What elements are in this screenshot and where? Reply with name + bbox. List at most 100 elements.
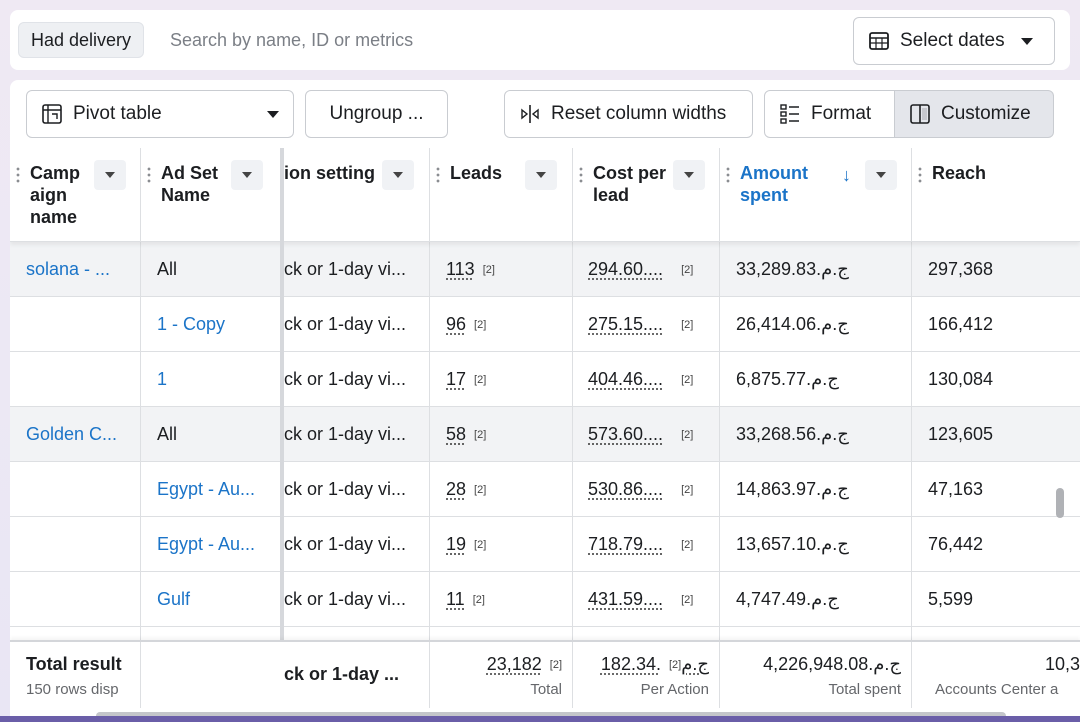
column-header-campaign-name[interactable]: Camp aign name [10, 148, 141, 242]
footnote-marker: [2] [681, 374, 694, 386]
customize-button[interactable]: Customize [895, 90, 1054, 138]
column-header-leads[interactable]: Leads [430, 148, 573, 242]
leads-value[interactable]: 113 [446, 259, 475, 279]
ad-set-name-cell[interactable]: 1 - Copy [157, 297, 275, 352]
leads-value[interactable]: 11 [446, 589, 465, 609]
table-row[interactable]: 1 - Copy ck or 1-day vi... 96 [2] 275.15.… [10, 297, 1080, 352]
attribution-setting-cell: ck or 1-day vi... [284, 314, 407, 334]
column-header-cost-per-lead[interactable]: Cost per lead [573, 148, 720, 242]
leads-cell: 28 [2] [446, 462, 566, 517]
cost-per-lead-value[interactable]: 294.60.... [588, 259, 663, 279]
table-row[interactable]: Gulf ck or 1-day vi... 11 [2] 431.59.... [… [10, 572, 1080, 627]
pivot-table-dropdown[interactable]: Pivot table [26, 90, 294, 138]
leads-value[interactable]: 58 [446, 424, 466, 444]
cost-per-lead-value[interactable]: 573.60.... [588, 424, 663, 444]
totals-amount-label: Total spent [828, 681, 901, 698]
frozen-column-divider[interactable] [280, 148, 284, 708]
campaign-name-cell[interactable] [26, 572, 136, 627]
leads-value[interactable]: 19 [446, 534, 466, 554]
leads-value[interactable]: 96 [446, 314, 466, 334]
footnote-marker: [2] [681, 484, 694, 496]
table-row[interactable]: 1 ck or 1-day vi... 17 [2] 404.46.... [2] … [10, 352, 1080, 407]
column-header-amount-spent[interactable]: Amount spent ↓ [720, 148, 912, 242]
drag-handle-icon[interactable] [726, 166, 730, 184]
footnote-marker: [2] [549, 659, 562, 671]
campaign-name-cell[interactable] [26, 462, 136, 517]
cost-per-lead-cell: 573.60.... [2] [588, 407, 716, 462]
format-button[interactable]: Format [764, 90, 895, 138]
column-header-ad-set-name[interactable]: Ad Set Name [141, 148, 281, 242]
reach-cell: 76,442 [928, 534, 984, 554]
campaign-name-cell[interactable] [26, 352, 136, 407]
column-menu-button[interactable] [94, 160, 126, 190]
amount-spent-cell: 4,747.49.ج.م [736, 589, 839, 609]
format-label: Format [811, 103, 872, 124]
table-row[interactable]: Golden C... All ck or 1-day vi... 58 [2] … [10, 407, 1080, 462]
ungroup-label: Ungroup ... [329, 103, 424, 124]
totals-cpl-number[interactable]: 182.34.ج.م [601, 654, 709, 674]
drag-handle-icon[interactable] [147, 166, 151, 184]
chevron-down-icon [242, 172, 252, 178]
ad-set-name-cell[interactable]: Gulf [157, 572, 275, 627]
vertical-scrollbar-thumb[interactable] [1056, 488, 1064, 518]
column-header-attribution-setting[interactable]: ion setting [284, 148, 430, 242]
filter-bar: Had delivery Select dates [10, 10, 1070, 70]
ad-set-name-cell[interactable]: All [157, 407, 275, 462]
cost-per-lead-value[interactable]: 530.86.... [588, 479, 663, 499]
column-menu-button[interactable] [673, 160, 705, 190]
table-row[interactable]: Egypt - Au... ck or 1-day vi... 28 [2] 53… [10, 462, 1080, 517]
column-menu-button[interactable] [382, 160, 414, 190]
cost-per-lead-value[interactable]: 275.15.... [588, 314, 663, 334]
campaign-name-cell[interactable]: solana - ... [26, 242, 136, 297]
totals-cpl-label: Per Action [640, 681, 709, 698]
footnote-marker: [2] [668, 659, 682, 671]
ad-set-name-cell[interactable]: All [157, 242, 275, 297]
data-table: solana - ... All ck or 1-day vi... 113 [2… [10, 148, 1080, 708]
amount-spent-cell: 33,289.83.ج.م [736, 259, 849, 279]
ad-set-name-cell[interactable]: Egypt - Au... [157, 462, 275, 517]
attribution-setting-cell: ck or 1-day vi... [284, 479, 407, 499]
cost-per-lead-value[interactable]: 431.59.... [588, 589, 663, 609]
drag-handle-icon[interactable] [918, 166, 922, 184]
cost-per-lead-value[interactable]: 404.46.... [588, 369, 663, 389]
reach-cell: 5,599 [928, 589, 974, 609]
leads-cell: 96 [2] [446, 297, 566, 352]
chevron-down-icon [876, 172, 886, 178]
search-input[interactable] [170, 22, 670, 58]
ad-set-name-cell[interactable]: 1 [157, 352, 275, 407]
drag-handle-icon[interactable] [16, 166, 20, 184]
column-header-reach[interactable]: Reach [912, 148, 1080, 242]
totals-amount-spent-cell: 4,226,948.08.ج.م Total spent [720, 642, 912, 708]
table-row[interactable]: solana - ... All ck or 1-day vi... 113 [2… [10, 242, 1080, 297]
campaign-name-cell[interactable]: Golden C... [26, 407, 136, 462]
column-menu-button[interactable] [865, 160, 897, 190]
ad-set-name-cell[interactable]: Egypt - Au... [157, 517, 275, 572]
customize-label: Customize [941, 103, 1031, 124]
sort-descending-icon[interactable]: ↓ [842, 164, 851, 186]
reach-cell: 130,084 [928, 369, 994, 389]
cost-per-lead-cell: 431.59.... [2] [588, 572, 716, 627]
campaign-name-cell[interactable] [26, 297, 136, 352]
totals-reach-cell: 10,3 Accounts Center a [912, 642, 1080, 708]
amount-spent-cell: 13,657.10.ج.م [736, 534, 849, 554]
reset-column-widths-button[interactable]: Reset column widths [504, 90, 753, 138]
leads-cell: 58 [2] [446, 407, 566, 462]
column-menu-button[interactable] [231, 160, 263, 190]
column-menu-button[interactable] [525, 160, 557, 190]
select-dates-button[interactable]: Select dates [853, 17, 1055, 65]
footnote-marker: [2] [681, 594, 694, 606]
table-row[interactable]: Egypt - Au... ck or 1-day vi... 19 [2] 71… [10, 517, 1080, 572]
totals-reach-label: Accounts Center a [935, 681, 1059, 698]
footnote-marker: [2] [474, 429, 487, 441]
ungroup-button[interactable]: Ungroup ... [305, 90, 448, 138]
cost-per-lead-cell: 530.86.... [2] [588, 462, 716, 517]
leads-value[interactable]: 28 [446, 479, 466, 499]
pivot-table-label: Pivot table [73, 103, 162, 124]
totals-leads-number[interactable]: 23,182 [487, 654, 542, 674]
drag-handle-icon[interactable] [579, 166, 583, 184]
drag-handle-icon[interactable] [436, 166, 440, 184]
had-delivery-filter-chip[interactable]: Had delivery [18, 22, 145, 58]
cost-per-lead-value[interactable]: 718.79.... [588, 534, 663, 554]
campaign-name-cell[interactable] [26, 517, 136, 572]
leads-value[interactable]: 17 [446, 369, 466, 389]
